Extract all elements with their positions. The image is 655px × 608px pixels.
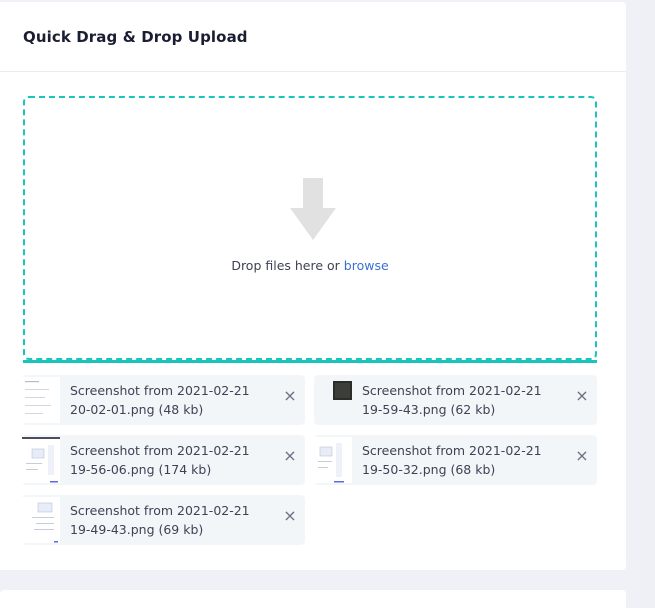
remove-file-button[interactable]: × — [575, 388, 589, 404]
file-item: Screenshot from 2021-02-21 19-56-06.png … — [22, 435, 305, 485]
card-header: Quick Drag & Drop Upload — [0, 2, 626, 72]
file-name: Screenshot from 2021-02-21 20-02-01.png … — [70, 383, 250, 417]
remove-file-button[interactable]: × — [575, 448, 589, 464]
file-item: Screenshot from 2021-02-21 19-59-43.png … — [314, 375, 597, 425]
remove-file-button[interactable]: × — [283, 388, 297, 404]
file-thumbnail — [314, 377, 352, 423]
file-item: Screenshot from 2021-02-21 20-02-01.png … — [22, 375, 305, 425]
file-thumbnail — [22, 377, 60, 423]
browse-link[interactable]: browse — [344, 258, 389, 273]
next-card — [0, 590, 626, 608]
card-title: Quick Drag & Drop Upload — [23, 27, 248, 46]
arrow-down-icon — [290, 178, 336, 240]
dropzone-progress-bar — [23, 360, 597, 363]
drop-text: Drop files here or — [231, 258, 344, 273]
remove-file-button[interactable]: × — [283, 448, 297, 464]
file-name: Screenshot from 2021-02-21 19-50-32.png … — [362, 443, 542, 477]
file-item: Screenshot from 2021-02-21 19-49-43.png … — [22, 495, 305, 545]
file-thumbnail — [22, 437, 60, 483]
remove-file-button[interactable]: × — [283, 508, 297, 524]
page-scroll-track — [633, 0, 655, 608]
dropzone[interactable]: Drop files here or browse — [23, 96, 597, 360]
file-name: Screenshot from 2021-02-21 19-56-06.png … — [70, 443, 250, 477]
file-name: Screenshot from 2021-02-21 19-59-43.png … — [362, 383, 542, 417]
file-thumbnail — [22, 497, 60, 543]
file-item: Screenshot from 2021-02-21 19-50-32.png … — [314, 435, 597, 485]
file-thumbnail — [314, 437, 352, 483]
drop-instructions: Drop files here or browse — [25, 258, 595, 273]
file-name: Screenshot from 2021-02-21 19-49-43.png … — [70, 503, 250, 537]
